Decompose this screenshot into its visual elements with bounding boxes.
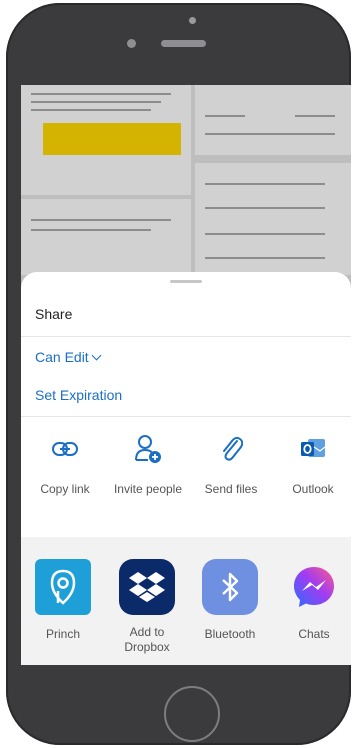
action-label: Copy link	[40, 482, 90, 496]
app-label: Chats	[298, 627, 330, 641]
link-icon	[25, 432, 105, 466]
earpiece-speaker	[161, 40, 206, 47]
invite-people-button[interactable]: Invite people	[108, 432, 188, 496]
app-princh[interactable]: Princh	[28, 559, 98, 642]
set-expiration-link[interactable]: Set Expiration	[35, 387, 122, 403]
sheet-drag-handle[interactable]	[170, 280, 202, 283]
princh-icon	[35, 559, 91, 615]
outlook-button[interactable]: Outlook	[273, 432, 353, 496]
app-bluetooth[interactable]: Bluetooth	[195, 559, 265, 642]
action-label: Invite people	[113, 482, 183, 496]
copy-link-button[interactable]: Copy link	[25, 432, 105, 496]
paperclip-icon	[191, 432, 271, 466]
divider	[21, 416, 351, 417]
share-title: Share	[35, 306, 73, 322]
app-label: Bluetooth	[204, 627, 256, 641]
permission-label: Can Edit	[35, 349, 89, 365]
divider	[21, 336, 351, 337]
dropbox-icon	[119, 559, 175, 615]
action-label: Outlook	[292, 482, 334, 496]
app-label: Princh	[45, 627, 80, 641]
share-sheet: Share Can Edit Set Expiration Copy link	[21, 272, 351, 665]
bluetooth-icon	[202, 559, 258, 615]
action-label: Send files	[204, 482, 258, 496]
app-label: Add to Dropbox	[124, 625, 170, 654]
app-chats[interactable]: Chats	[279, 559, 349, 642]
invite-people-icon	[108, 432, 188, 466]
messenger-icon	[286, 559, 342, 615]
app-dropbox[interactable]: Add to Dropbox	[112, 559, 182, 655]
send-files-button[interactable]: Send files	[191, 432, 271, 496]
permission-dropdown[interactable]: Can Edit	[35, 349, 102, 365]
front-sensor	[189, 17, 196, 24]
chevron-down-icon	[91, 350, 102, 361]
outlook-icon	[273, 432, 353, 466]
front-camera	[127, 39, 136, 48]
app-targets-row: Princh Add to Dropbox Bluetooth Chats	[21, 537, 351, 665]
home-button[interactable]	[164, 686, 220, 742]
